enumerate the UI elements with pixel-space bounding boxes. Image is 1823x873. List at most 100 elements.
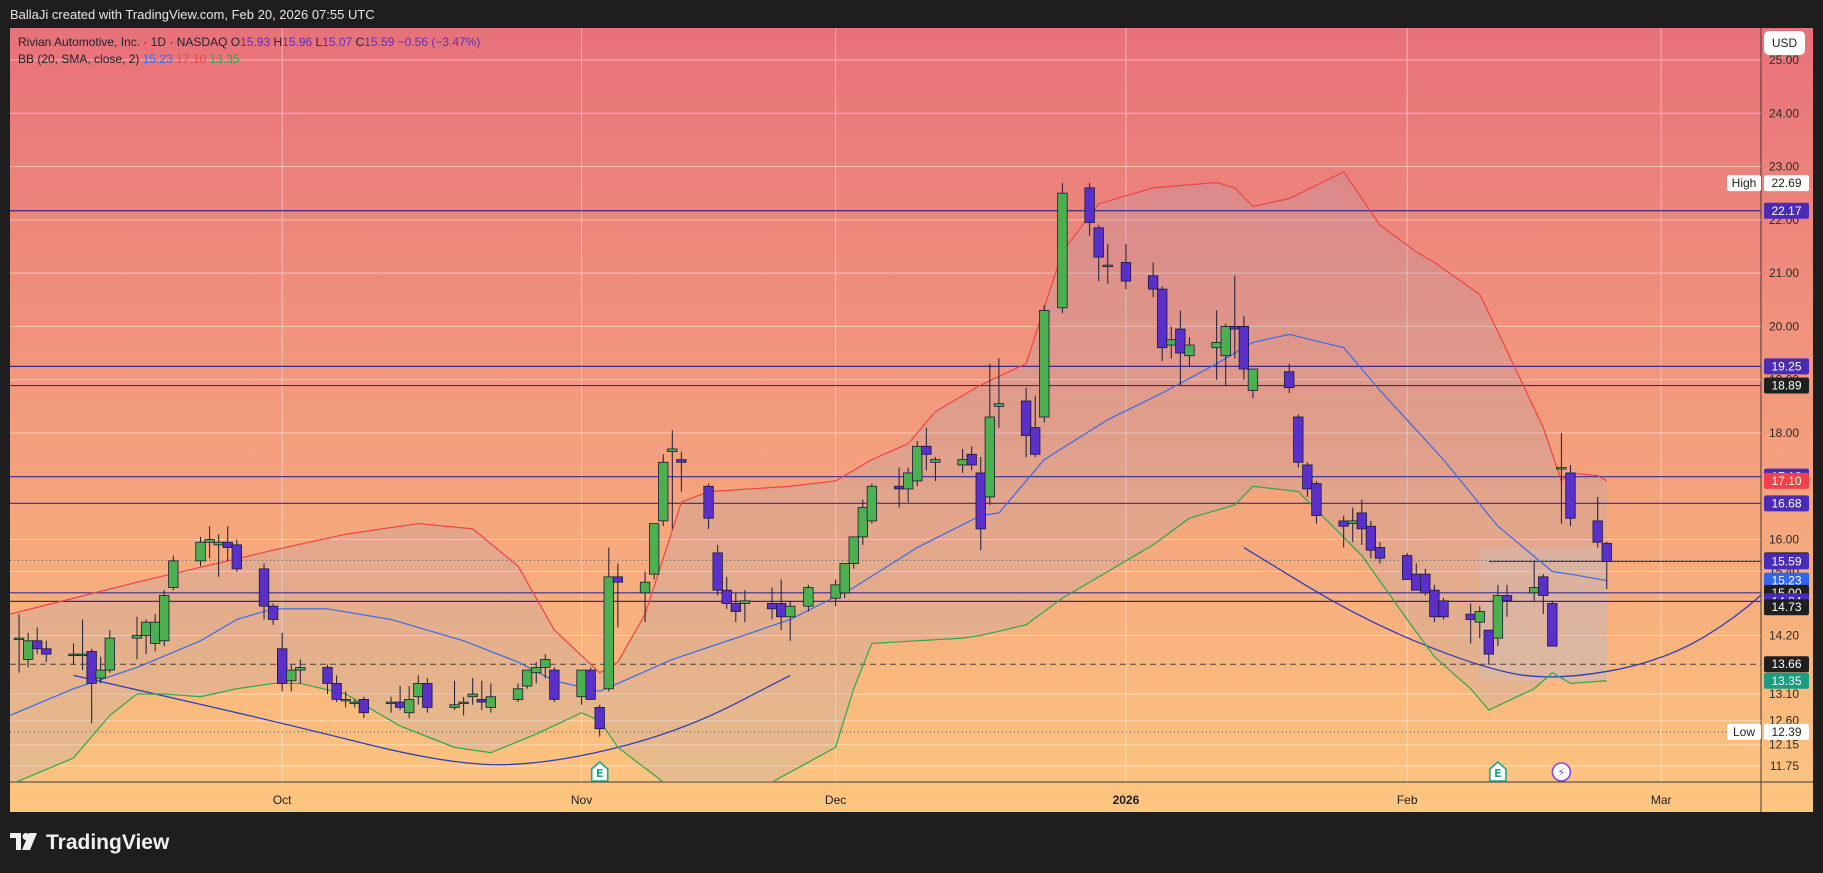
price-chart[interactable]: EE⚡11.7512.1512.6013.1014.2015.0015.4016… bbox=[10, 28, 1813, 812]
candle-body bbox=[77, 653, 88, 657]
candle-body bbox=[1402, 555, 1413, 580]
candle-body bbox=[286, 669, 297, 682]
candle-body bbox=[712, 552, 723, 591]
axis-price-label-text: 13.35 bbox=[1771, 674, 1801, 688]
candle-body bbox=[921, 445, 932, 455]
candle-body bbox=[1592, 520, 1603, 543]
candle-body bbox=[639, 581, 651, 594]
x-tick-label: 2026 bbox=[1113, 793, 1140, 807]
open-label: O bbox=[230, 35, 241, 49]
candle-body bbox=[1247, 368, 1259, 391]
candle-body bbox=[349, 701, 360, 704]
candle bbox=[159, 590, 170, 647]
y-tick-label: 21.00 bbox=[1769, 266, 1799, 280]
candle-body bbox=[458, 701, 469, 704]
candle-body bbox=[603, 576, 614, 690]
candle-body bbox=[449, 704, 460, 708]
candle-body bbox=[1120, 262, 1132, 282]
chart-area[interactable]: EE⚡11.7512.1512.6013.1014.2015.0015.4016… bbox=[10, 28, 1813, 812]
currency-button[interactable]: USD bbox=[1764, 31, 1805, 55]
candle-body bbox=[531, 667, 542, 674]
axis-price-label: 12.39 Low bbox=[1727, 723, 1809, 740]
earnings-marker-label: E bbox=[1494, 767, 1502, 780]
candle-body bbox=[785, 605, 796, 618]
candle-body bbox=[476, 699, 487, 703]
candle-body bbox=[984, 416, 995, 498]
candle-body bbox=[766, 603, 778, 610]
bb-basis-value: 15.23 bbox=[142, 52, 173, 66]
candle-body bbox=[1474, 611, 1485, 623]
candle-body bbox=[1565, 472, 1576, 519]
candle-body bbox=[1356, 512, 1367, 530]
candle-body bbox=[267, 605, 279, 620]
candle-body bbox=[730, 603, 741, 612]
candle bbox=[1438, 598, 1449, 620]
candle-body bbox=[993, 403, 1005, 407]
candle-body bbox=[231, 544, 242, 570]
candle-body bbox=[1601, 542, 1612, 562]
candle-body bbox=[1157, 288, 1168, 349]
candle-body bbox=[1175, 328, 1186, 354]
candle bbox=[712, 544, 723, 596]
candle-body bbox=[1220, 326, 1231, 357]
candle-body bbox=[1429, 589, 1440, 618]
candle-body bbox=[41, 648, 52, 655]
candle-body bbox=[576, 669, 587, 698]
axis-price-label: 14.73 bbox=[1764, 599, 1809, 616]
candle-body bbox=[1374, 547, 1386, 559]
event-marker[interactable]: ⚡ bbox=[1551, 762, 1572, 782]
candle-body bbox=[467, 693, 478, 698]
x-tick-label: Feb bbox=[1397, 793, 1418, 807]
candle-body bbox=[739, 600, 751, 604]
axis-price-label-text: 22.69 bbox=[1771, 176, 1801, 190]
candle-body bbox=[385, 701, 397, 704]
candle bbox=[1565, 464, 1576, 527]
candle-body bbox=[1229, 326, 1240, 330]
candle-body bbox=[1166, 339, 1177, 346]
candle-body bbox=[1338, 520, 1349, 527]
candle bbox=[1547, 600, 1558, 647]
candle-body bbox=[22, 640, 34, 660]
candle-body bbox=[322, 667, 333, 684]
event-marker-icon: ⚡ bbox=[1558, 766, 1566, 779]
tradingview-logo[interactable]: TradingView bbox=[10, 830, 169, 856]
top-bar: BallaJi created with TradingView.com, Fe… bbox=[0, 0, 1823, 28]
high-value: 15.96 bbox=[282, 35, 313, 49]
candle bbox=[866, 483, 878, 524]
axis-price-label: 22.17 bbox=[1764, 202, 1809, 219]
candle-body bbox=[1102, 264, 1113, 268]
candle-body bbox=[830, 584, 841, 599]
candle-body bbox=[1302, 464, 1313, 490]
candle-body bbox=[1030, 427, 1041, 455]
author-credit: BallaJi created with TradingView.com, Fe… bbox=[10, 7, 375, 22]
y-tick-label: 24.00 bbox=[1769, 106, 1799, 120]
bottom-bar bbox=[0, 812, 1823, 873]
candle-body bbox=[903, 472, 914, 490]
candle-body bbox=[1492, 595, 1504, 639]
candle-body bbox=[1483, 629, 1494, 655]
candle-body bbox=[1039, 310, 1050, 418]
x-tick-label: Oct bbox=[273, 793, 292, 807]
axis-price-label: 19.25 bbox=[1764, 358, 1809, 375]
candle-body bbox=[966, 453, 977, 466]
candle-body bbox=[159, 595, 170, 642]
y-tick-label: 18.00 bbox=[1769, 426, 1799, 440]
candle-body bbox=[703, 485, 714, 519]
candle bbox=[912, 440, 923, 487]
bb-upper-value: 17.10 bbox=[176, 52, 207, 66]
candle-body bbox=[1293, 416, 1304, 463]
axis-price-label: 18.89 bbox=[1764, 377, 1809, 394]
axis-price-label: 16.68 bbox=[1764, 495, 1809, 512]
close-label: C bbox=[355, 35, 365, 49]
x-tick-label: Nov bbox=[571, 793, 592, 807]
candle-body bbox=[1284, 371, 1295, 389]
candle-body bbox=[540, 659, 551, 668]
candle-body bbox=[776, 603, 787, 618]
candle-body bbox=[1556, 467, 1567, 470]
candle bbox=[585, 667, 596, 700]
candle bbox=[1402, 552, 1413, 580]
candle bbox=[1293, 414, 1304, 468]
bb-lower-value: 13.35 bbox=[209, 52, 240, 66]
close-value: 15.59 bbox=[364, 35, 395, 49]
candle-body bbox=[648, 523, 660, 575]
